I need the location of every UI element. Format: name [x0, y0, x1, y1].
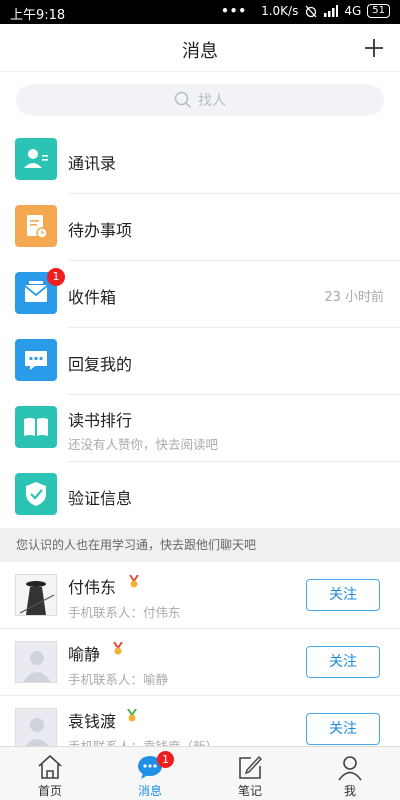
network-type: 4G: [344, 4, 362, 18]
contact-row[interactable]: 袁钱渡 手机联系人：袁钱度（新） 关注: [0, 696, 400, 746]
search-bar[interactable]: 找人: [16, 84, 384, 116]
network-speed: 1.0K/s: [261, 4, 299, 18]
entry-inbox[interactable]: 1 收件箱 23 小时前: [0, 260, 400, 328]
contact-source: 手机联系人：袁钱度（新）: [68, 736, 218, 746]
tab-me[interactable]: 我: [300, 747, 400, 800]
message-entry-list: 通讯录 待办事项 1 收件箱 23 小时前 回复我的 读书排行 还没有人赞你，快…: [0, 126, 400, 528]
signal-icon: [324, 5, 339, 17]
entry-reading-rank[interactable]: 读书排行 还没有人赞你，快去阅读吧: [0, 394, 400, 462]
follow-button[interactable]: 关注: [306, 579, 380, 611]
person-icon: [338, 756, 362, 781]
battery-indicator: 51: [367, 4, 390, 18]
entry-reading-rank-subtitle: 还没有人赞你，快去阅读吧: [68, 437, 219, 452]
tab-notes-label: 笔记: [237, 784, 262, 798]
contact-name: 喻静: [68, 645, 101, 664]
entry-reading-rank-label: 读书排行: [68, 411, 133, 430]
todo-icon: [15, 205, 57, 247]
entry-verification[interactable]: 验证信息: [0, 461, 400, 528]
contact-row[interactable]: 喻静 手机联系人：喻静 关注: [0, 629, 400, 696]
entry-verification-label: 验证信息: [68, 489, 133, 508]
avatar: [15, 708, 57, 746]
status-dots: •••: [221, 4, 248, 18]
entry-todo-label: 待办事项: [68, 221, 133, 240]
tab-me-label: 我: [343, 784, 356, 798]
reply-icon: [15, 339, 57, 381]
entry-contacts[interactable]: 通讯录: [0, 126, 400, 194]
contact-source: 手机联系人：付伟东: [68, 605, 181, 620]
entry-replies-label: 回复我的: [68, 355, 133, 374]
messages-tab-badge: 1: [157, 751, 174, 768]
medal-icon: [127, 709, 137, 722]
inbox-unread-badge: 1: [47, 268, 65, 286]
status-indicators: ••• 1.0K/s 4G 51: [221, 4, 390, 18]
entry-todo[interactable]: 待办事项: [0, 193, 400, 261]
tab-home-label: 首页: [37, 784, 62, 798]
page-title: 消息: [182, 41, 218, 62]
bottom-tab-bar: 首页 1 消息 笔记 我: [0, 746, 400, 800]
book-icon: [15, 406, 57, 448]
status-bar: 上午9:18 ••• 1.0K/s 4G 51: [0, 0, 400, 24]
alarm-off-icon: [305, 5, 317, 18]
tab-home[interactable]: 首页: [0, 747, 100, 800]
entry-replies[interactable]: 回复我的: [0, 327, 400, 395]
tab-messages[interactable]: 1 消息: [100, 747, 200, 800]
entry-inbox-label: 收件箱: [68, 288, 117, 307]
tab-messages-label: 消息: [137, 784, 162, 798]
contact-name: 袁钱渡: [68, 712, 117, 731]
medal-icon: [129, 575, 139, 588]
search-icon: [174, 91, 192, 109]
entry-inbox-time: 23 小时前: [324, 290, 384, 305]
home-icon: [38, 754, 62, 779]
search-placeholder: 找人: [198, 93, 226, 109]
contact-source: 手机联系人：喻静: [68, 672, 169, 687]
follow-button[interactable]: 关注: [306, 646, 380, 678]
contact-row[interactable]: 付伟东 手机联系人：付伟东 关注: [0, 562, 400, 629]
contact-name: 付伟东: [68, 578, 117, 597]
medal-icon: [113, 642, 123, 655]
suggested-contacts-list: 付伟东 手机联系人：付伟东 关注 喻静 手机联系人：喻静 关注 袁钱渡 关注: [0, 562, 400, 746]
plus-icon[interactable]: [362, 36, 386, 60]
status-time: 上午9:18: [10, 8, 66, 23]
tab-notes[interactable]: 笔记: [200, 747, 300, 800]
follow-button[interactable]: 关注: [306, 713, 380, 745]
verify-shield-icon: [15, 473, 57, 515]
section-header: 您认识的人也在用学习通，快去跟他们聊天吧: [0, 528, 400, 562]
avatar: [15, 574, 57, 616]
messages-screen: 上午9:18 ••• 1.0K/s 4G 51 消息 找人 通讯录 待办事项 1…: [0, 0, 400, 800]
note-icon: [239, 755, 262, 779]
avatar: [15, 641, 57, 683]
header-bar: 消息: [0, 24, 400, 72]
contacts-icon: [15, 138, 57, 180]
entry-contacts-label: 通讯录: [68, 154, 117, 173]
